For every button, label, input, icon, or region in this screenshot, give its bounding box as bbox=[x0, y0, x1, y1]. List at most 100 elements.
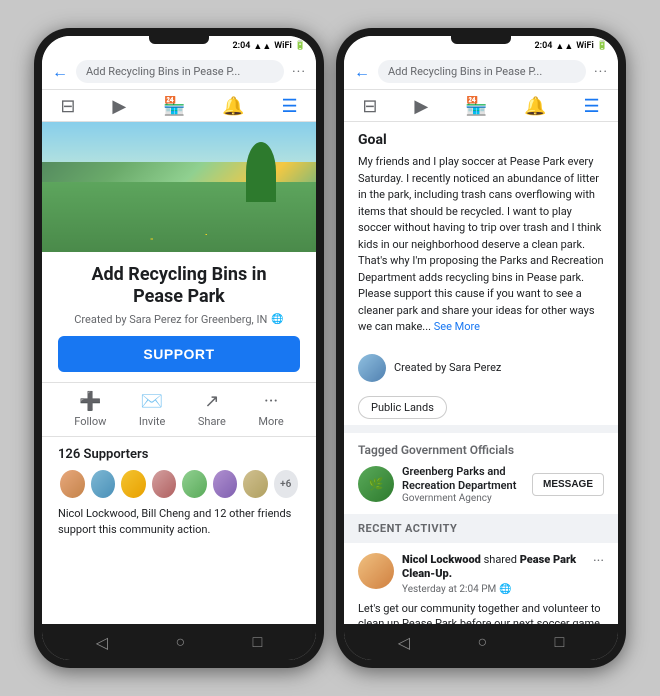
creator-avatar bbox=[358, 354, 386, 382]
activity-globe-icon: 🌐 bbox=[499, 584, 511, 595]
message-button[interactable]: MESSAGE bbox=[532, 473, 604, 496]
battery-icon-1: 🔋 bbox=[295, 41, 306, 51]
tab2-video-icon[interactable]: ▶ bbox=[414, 96, 428, 117]
gov-section: Tagged Government Officials 🌿 Greenberg … bbox=[344, 433, 618, 515]
activity-item: Nicol Lockwood shared Pease Park Clean-U… bbox=[344, 543, 618, 624]
goal-title: Goal bbox=[358, 132, 604, 148]
avatar-plus: +6 bbox=[272, 468, 301, 500]
avatar-3 bbox=[119, 468, 148, 500]
petition-title: Add Recycling Bins inPease Park bbox=[42, 252, 316, 311]
activity-title: Nicol Lockwood shared Pease Park Clean-U… bbox=[402, 553, 585, 582]
avatar-7 bbox=[241, 468, 270, 500]
public-lands-tag[interactable]: Public Lands bbox=[358, 396, 447, 419]
more-action[interactable]: ··· More bbox=[258, 391, 283, 428]
invite-icon: ✉️ bbox=[141, 391, 163, 412]
activity-text: Let's get our community together and vol… bbox=[358, 601, 604, 624]
more-button-2[interactable]: ··· bbox=[594, 64, 608, 80]
tag-section: Public Lands bbox=[344, 390, 618, 425]
avatar-2 bbox=[89, 468, 118, 500]
see-more-link[interactable]: See More bbox=[434, 320, 480, 333]
share-icon: ↗ bbox=[204, 391, 219, 412]
avatar-row: +6 bbox=[58, 468, 300, 500]
gov-section-title: Tagged Government Officials bbox=[358, 443, 604, 457]
nav-bar-1: ← Add Recycling Bins in Pease P... ··· bbox=[42, 54, 316, 90]
gov-name: Greenberg Parks and Recreation Departmen… bbox=[402, 465, 524, 494]
wifi-icon-1: WiFi bbox=[274, 41, 292, 51]
support-button[interactable]: SUPPORT bbox=[58, 336, 300, 372]
back-button-1[interactable]: ← bbox=[52, 62, 68, 82]
activity-more-icon[interactable]: ··· bbox=[593, 553, 604, 569]
follow-action[interactable]: ➕ Follow bbox=[74, 391, 106, 428]
gov-item: 🌿 Greenberg Parks and Recreation Departm… bbox=[358, 465, 604, 505]
creator-text: Created by Sara Perez bbox=[394, 361, 501, 374]
supporters-count: 126 Supporters bbox=[58, 447, 300, 462]
more-button-1[interactable]: ··· bbox=[292, 64, 306, 80]
signal-icon-2: ▲▲ bbox=[555, 41, 573, 52]
follow-icon: ➕ bbox=[79, 391, 101, 412]
avatar-5 bbox=[180, 468, 209, 500]
signal-icon-1: ▲▲ bbox=[253, 41, 271, 52]
tab-home-icon[interactable]: ⊟ bbox=[60, 96, 75, 117]
invite-label: Invite bbox=[139, 415, 166, 428]
avatar-1 bbox=[58, 468, 87, 500]
time-1: 2:04 bbox=[233, 41, 251, 51]
nav-bar-2: ← Add Recycling Bins in Pease P... ··· bbox=[344, 54, 618, 90]
search-bar-1[interactable]: Add Recycling Bins in Pease P... bbox=[76, 60, 284, 83]
screen-content-1: Add Recycling Bins inPease Park Created … bbox=[42, 122, 316, 624]
supporters-names: Nicol Lockwood, Bill Cheng and 12 other … bbox=[58, 506, 300, 537]
wifi-icon-2: WiFi bbox=[576, 41, 594, 51]
tab-bell-icon[interactable]: 🔔 bbox=[222, 96, 244, 117]
phone-1: 2:04 ▲▲ WiFi 🔋 ← Add Recycling Bins in P… bbox=[34, 28, 324, 668]
activity-info: Nicol Lockwood shared Pease Park Clean-U… bbox=[402, 553, 585, 595]
more-icon: ··· bbox=[264, 391, 278, 412]
home-nav-2[interactable]: ○ bbox=[477, 632, 487, 652]
bottom-nav-1: ◁ ○ □ bbox=[42, 624, 316, 660]
park-image bbox=[42, 122, 316, 252]
share-label: Share bbox=[198, 415, 226, 428]
tab-shop-icon[interactable]: 🏪 bbox=[163, 96, 185, 117]
goal-body: My friends and I play soccer at Pease Pa… bbox=[358, 155, 604, 333]
back-button-2[interactable]: ← bbox=[354, 62, 370, 82]
gov-type: Government Agency bbox=[402, 493, 524, 504]
tab2-home-icon[interactable]: ⊟ bbox=[362, 96, 377, 117]
action-bar: ➕ Follow ✉️ Invite ↗ Share ··· More bbox=[42, 382, 316, 437]
invite-action[interactable]: ✉️ Invite bbox=[139, 391, 166, 428]
tab2-shop-icon[interactable]: 🏪 bbox=[465, 96, 487, 117]
creator-row: Created by Sara Perez bbox=[344, 346, 618, 390]
back-nav-1[interactable]: ◁ bbox=[96, 633, 108, 652]
tab-menu-icon[interactable]: ☰ bbox=[281, 96, 297, 117]
tab2-bell-icon[interactable]: 🔔 bbox=[524, 96, 546, 117]
tab-bar-1: ⊟ ▶ 🏪 🔔 ☰ bbox=[42, 90, 316, 122]
tab2-menu-icon[interactable]: ☰ bbox=[583, 96, 599, 117]
phone-2: 2:04 ▲▲ WiFi 🔋 ← Add Recycling Bins in P… bbox=[336, 28, 626, 668]
home-nav-1[interactable]: ○ bbox=[175, 632, 185, 652]
gov-logo: 🌿 bbox=[358, 466, 394, 502]
tab-video-icon[interactable]: ▶ bbox=[112, 96, 126, 117]
activity-time: Yesterday at 2:04 PM bbox=[402, 584, 496, 595]
petition-meta: Created by Sara Perez for Greenberg, IN … bbox=[42, 311, 316, 336]
avatar-6 bbox=[211, 468, 240, 500]
activity-action: shared bbox=[484, 553, 520, 566]
activity-avatar bbox=[358, 553, 394, 589]
search-bar-2[interactable]: Add Recycling Bins in Pease P... bbox=[378, 60, 586, 83]
share-action[interactable]: ↗ Share bbox=[198, 391, 226, 428]
follow-label: Follow bbox=[74, 415, 106, 428]
square-nav-2[interactable]: □ bbox=[555, 632, 565, 652]
screen-content-2: Goal My friends and I play soccer at Pea… bbox=[344, 122, 618, 624]
goal-section: Goal My friends and I play soccer at Pea… bbox=[344, 122, 618, 346]
tab-bar-2: ⊟ ▶ 🏪 🔔 ☰ bbox=[344, 90, 618, 122]
avatar-4 bbox=[150, 468, 179, 500]
activity-meta: Yesterday at 2:04 PM 🌐 bbox=[402, 584, 585, 595]
battery-icon-2: 🔋 bbox=[597, 41, 608, 51]
back-nav-2[interactable]: ◁ bbox=[398, 633, 410, 652]
time-2: 2:04 bbox=[535, 41, 553, 51]
square-nav-1[interactable]: □ bbox=[253, 632, 263, 652]
activity-user: Nicol Lockwood bbox=[402, 553, 481, 566]
goal-text: My friends and I play soccer at Pease Pa… bbox=[358, 154, 604, 336]
recent-activity-header: RECENT ACTIVITY bbox=[344, 514, 618, 543]
globe-icon: 🌐 bbox=[271, 314, 283, 325]
gov-info: Greenberg Parks and Recreation Departmen… bbox=[402, 465, 524, 505]
petition-creator-text: Created by Sara Perez for Greenberg, IN bbox=[74, 313, 267, 326]
bottom-nav-2: ◁ ○ □ bbox=[344, 624, 618, 660]
supporters-section: 126 Supporters +6 Nicol Lockwood, Bill C… bbox=[42, 437, 316, 547]
